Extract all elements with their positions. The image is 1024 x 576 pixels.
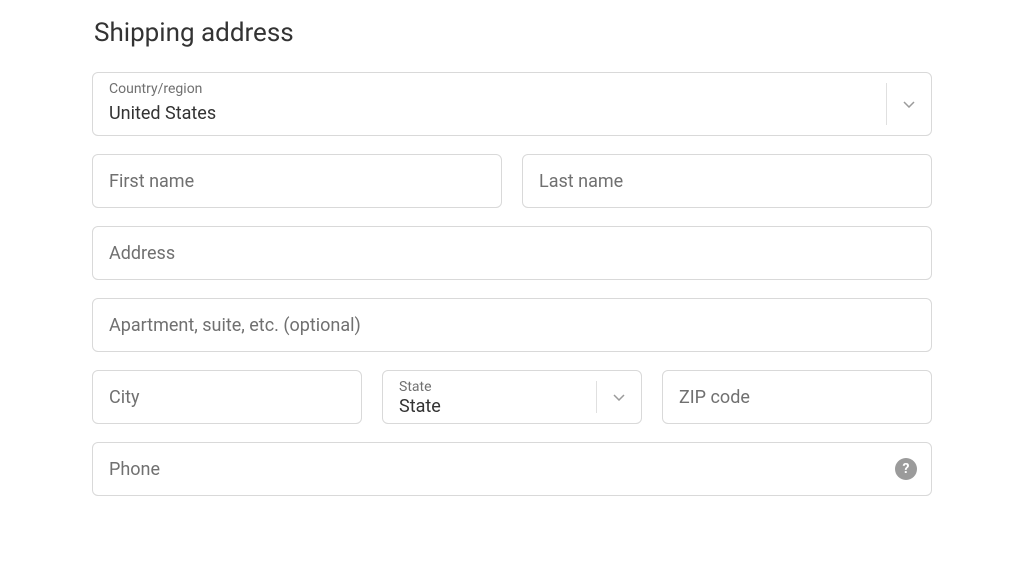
country-value: United States (109, 103, 216, 124)
chevron-down-icon (902, 97, 916, 111)
zip-field[interactable]: ZIP code (662, 370, 932, 424)
state-select[interactable]: State State (382, 370, 642, 424)
divider (886, 83, 887, 125)
address-field[interactable]: Address (92, 226, 932, 280)
apartment-placeholder: Apartment, suite, etc. (optional) (109, 315, 361, 336)
page-title: Shipping address (94, 18, 932, 48)
apartment-field[interactable]: Apartment, suite, etc. (optional) (92, 298, 932, 352)
last-name-field[interactable]: Last name (522, 154, 932, 208)
address-placeholder: Address (109, 243, 175, 264)
help-icon[interactable]: ? (895, 458, 917, 480)
last-name-placeholder: Last name (539, 171, 623, 192)
zip-placeholder: ZIP code (679, 387, 750, 408)
first-name-field[interactable]: First name (92, 154, 502, 208)
country-select[interactable]: Country/region United States (92, 72, 932, 136)
city-placeholder: City (109, 387, 140, 408)
city-field[interactable]: City (92, 370, 362, 424)
country-label: Country/region (109, 81, 202, 97)
chevron-down-icon (612, 390, 626, 404)
state-value: State (399, 396, 441, 417)
state-label: State (399, 379, 432, 395)
phone-field[interactable]: Phone ? (92, 442, 932, 496)
divider (596, 381, 597, 413)
phone-placeholder: Phone (109, 459, 160, 480)
shipping-address-form: Shipping address Country/region United S… (92, 18, 932, 576)
first-name-placeholder: First name (109, 171, 194, 192)
